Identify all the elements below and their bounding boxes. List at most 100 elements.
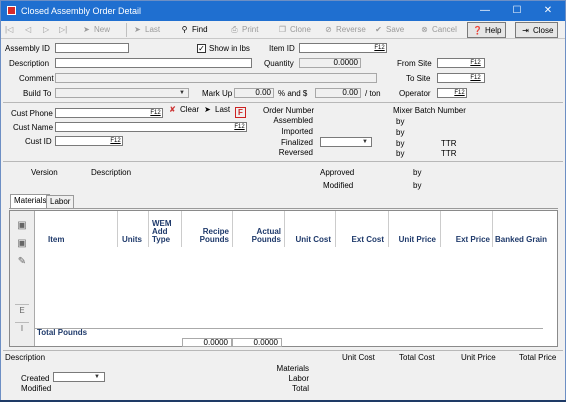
column-header-actual-pounds[interactable]: Actual Pounds	[233, 211, 285, 247]
column-header-units[interactable]: Units	[118, 211, 149, 247]
from-site-lookup-button[interactable]: F12	[469, 59, 482, 67]
description-input[interactable]	[55, 58, 252, 68]
from-site-label: From Site	[397, 59, 432, 68]
chevron-down-icon: ▼	[94, 374, 100, 380]
operator-lookup-button[interactable]: F12	[453, 89, 466, 97]
grid-side-toolbar: ▣ ▣ ✎ E I	[10, 211, 35, 346]
app-icon	[7, 6, 16, 15]
column-header-banked-grain[interactable]: Banked Grain	[493, 211, 549, 247]
total-actual-pounds: 0.0000	[232, 338, 282, 347]
cust-name-lookup-button[interactable]: F12	[233, 123, 246, 131]
reverse-icon: ⊘	[325, 25, 332, 34]
close-button[interactable]: ⇥ Close	[515, 22, 559, 38]
assembly-order-window: Closed Assembly Order Detail — ☐ ✕ |◁ ◁ …	[0, 0, 566, 402]
close-window-button[interactable]: ✕	[534, 3, 562, 18]
order-number-label: Order Number	[263, 106, 315, 115]
next-record-icon[interactable]: ▷	[43, 22, 49, 38]
new-button[interactable]: ➤ New	[81, 22, 110, 38]
last-record-icon[interactable]: ▷|	[59, 22, 67, 38]
clone-icon: ❐	[278, 25, 287, 34]
footer-labor-label: Labor	[288, 374, 309, 383]
cust-phone-lookup-button[interactable]: F12	[149, 109, 162, 117]
assembled-label: Assembled	[273, 116, 313, 125]
last-button[interactable]: ➤ Last	[132, 22, 160, 38]
markup-unit-label: % and $	[278, 89, 308, 98]
quantity-field[interactable]: 0.0000	[299, 58, 361, 68]
cust-phone-input[interactable]	[55, 108, 163, 118]
save-button[interactable]: ✔ Save	[373, 22, 404, 38]
footer-total-cost-label: Total Cost	[399, 353, 435, 362]
footer-description-label: Description	[5, 353, 46, 362]
reversed-by-label: by	[396, 149, 405, 158]
materials-grid[interactable]: ▣ ▣ ✎ E I Item Units WEM Add Type Recipe…	[9, 210, 558, 347]
cust-name-input[interactable]	[55, 122, 247, 132]
printer-icon: ⎙	[231, 25, 238, 34]
footer-unit-cost-label: Unit Cost	[342, 353, 375, 362]
build-to-label: Build To	[23, 89, 52, 98]
to-site-lookup-button[interactable]: F12	[469, 74, 482, 82]
binoculars-icon: ⚲	[181, 25, 188, 34]
approved-label: Approved	[320, 168, 355, 177]
tab-labor[interactable]: Labor	[46, 195, 75, 208]
delete-row-icon[interactable]: ▣	[15, 237, 29, 251]
finalized-label: Finalized	[280, 138, 313, 147]
modified-footer-label: Modified	[21, 384, 52, 393]
f-button[interactable]: F	[235, 107, 246, 118]
imported-label: Imported	[281, 127, 313, 136]
assembled-by-label: by	[396, 117, 405, 126]
column-header-ext-price[interactable]: Ext Price	[441, 211, 493, 247]
cust-phone-label: Cust Phone	[11, 109, 53, 118]
finalized-by-value: TTR	[441, 139, 457, 148]
total-recipe-pounds: 0.0000	[182, 338, 232, 347]
toolbar-separator	[126, 23, 127, 37]
help-icon: ❓	[472, 26, 483, 35]
markup-dollar-field[interactable]: 0.00	[315, 88, 361, 98]
item-id-label: Item ID	[269, 44, 295, 53]
clear-icon: ✘	[169, 105, 176, 114]
column-header-unit-price[interactable]: Unit Price	[389, 211, 441, 247]
minimize-button[interactable]: —	[471, 3, 499, 18]
previous-record-icon[interactable]: ◁	[25, 22, 31, 38]
version-label: Version	[31, 168, 58, 177]
chevron-down-icon: ▼	[362, 139, 368, 145]
column-header-unit-cost[interactable]: Unit Cost	[285, 211, 336, 247]
section-divider	[3, 161, 563, 162]
find-button[interactable]: ⚲ Find	[179, 22, 208, 38]
comment-label: Comment	[19, 74, 54, 83]
show-in-lbs-checkbox[interactable]: ✓	[197, 44, 206, 53]
column-header-ext-cost[interactable]: Ext Cost	[336, 211, 389, 247]
markup-percent-field[interactable]: 0.00	[234, 88, 274, 98]
cust-id-label: Cust ID	[25, 137, 52, 146]
clone-button[interactable]: ❐ Clone	[277, 22, 311, 38]
created-label: Created	[21, 374, 50, 383]
reversed-by-value: TTR	[441, 149, 457, 158]
column-header-wem-add-type[interactable]: WEM Add Type	[149, 211, 182, 247]
add-row-icon[interactable]: ▣	[15, 219, 29, 233]
column-header-item[interactable]: Item	[36, 211, 118, 247]
last-customer-button[interactable]: ➤ Last	[202, 104, 230, 116]
maximize-button[interactable]: ☐	[503, 3, 531, 18]
cancel-button[interactable]: ⊗ Cancel	[419, 22, 457, 38]
assembly-id-input[interactable]	[55, 43, 129, 53]
cust-id-lookup-button[interactable]: F12	[109, 137, 122, 145]
section-divider	[3, 102, 563, 103]
cancel-icon: ⊗	[421, 25, 428, 34]
window-title: Closed Assembly Order Detail	[21, 6, 142, 16]
build-to-select[interactable]	[55, 88, 189, 98]
edit-row-icon[interactable]: ✎	[15, 255, 29, 269]
reverse-button[interactable]: ⊘ Reverse	[323, 22, 366, 38]
column-header-recipe-pounds[interactable]: Recipe Pounds	[182, 211, 233, 247]
title-bar: Closed Assembly Order Detail — ☐ ✕	[1, 1, 565, 21]
help-button[interactable]: ❓ Help	[467, 22, 507, 38]
approved-by-label: by	[413, 168, 422, 177]
reversed-label: Reversed	[278, 148, 313, 157]
comment-input[interactable]	[55, 73, 377, 83]
first-record-icon[interactable]: |◁	[5, 22, 13, 38]
toolbar: |◁ ◁ ▷ ▷| ➤ New ➤ Last ⚲ Find ⎙ Print ❐ Clone…	[1, 21, 565, 39]
grid-side-letter-i: I	[15, 322, 29, 334]
print-button[interactable]: ⎙ Print	[229, 22, 258, 38]
tab-materials[interactable]: Materials	[10, 194, 51, 209]
finalized-by-label: by	[396, 139, 405, 148]
clear-customer-button[interactable]: ✘ Clear	[167, 104, 199, 116]
item-id-lookup-button[interactable]: F12	[373, 44, 386, 52]
